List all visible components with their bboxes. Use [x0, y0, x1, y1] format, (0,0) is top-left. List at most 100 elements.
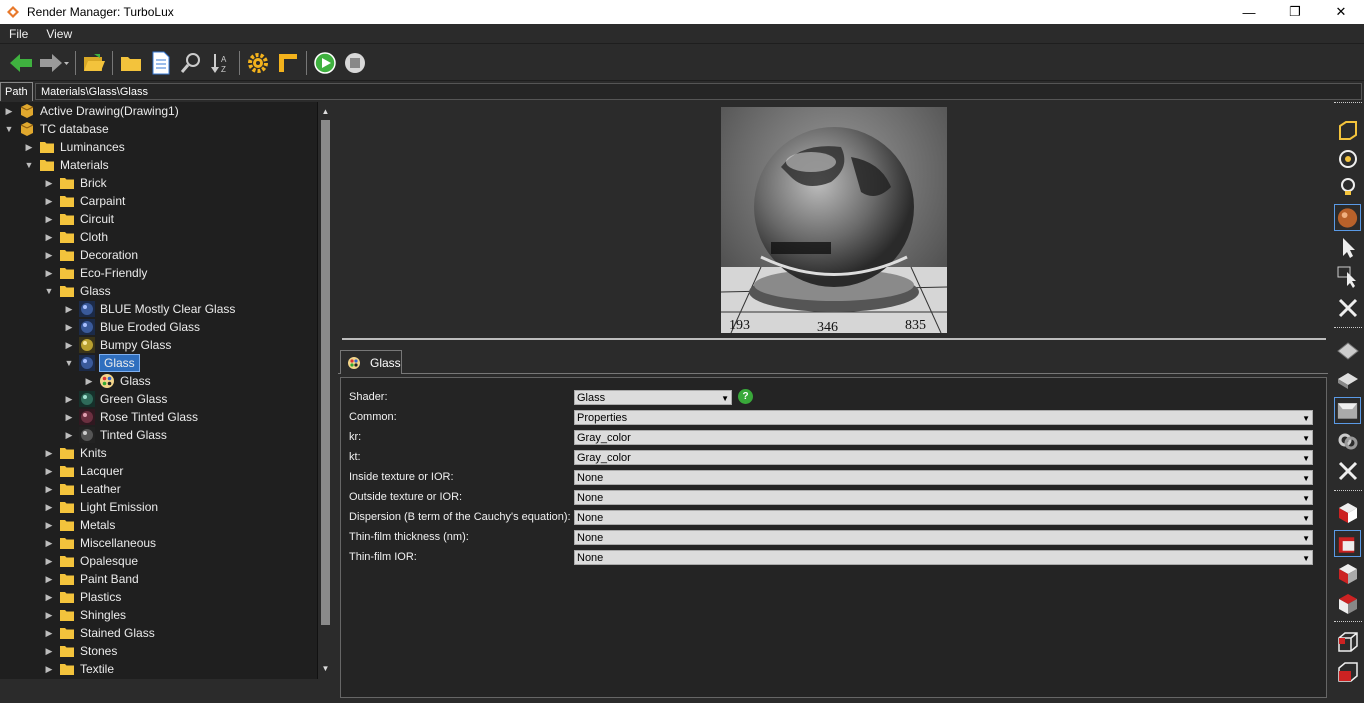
tree-item[interactable]: ▶ Paint Band — [0, 570, 316, 588]
delete-button[interactable] — [1334, 457, 1361, 484]
expand-right-icon[interactable]: ▶ — [64, 390, 74, 408]
expand-right-icon[interactable]: ▶ — [44, 552, 54, 570]
expand-right-icon[interactable]: ▶ — [44, 174, 54, 192]
cube-wire-button[interactable] — [1334, 628, 1361, 655]
tree-item[interactable]: ▶ Opalesque — [0, 552, 316, 570]
cube-shadow-button[interactable] — [1334, 590, 1361, 617]
expand-right-icon[interactable]: ▶ — [44, 210, 54, 228]
maximize-button[interactable]: ❐ — [1272, 0, 1318, 24]
property-dropdown[interactable]: None ▼ — [574, 530, 1313, 545]
tree-item[interactable]: ▶ Blue Eroded Glass — [0, 318, 316, 336]
preview-divider[interactable] — [342, 338, 1326, 340]
tree-item[interactable]: ▶ Shingles — [0, 606, 316, 624]
tree-item[interactable]: ▶ Textile — [0, 660, 316, 678]
menu-view[interactable]: View — [37, 27, 81, 41]
expand-right-icon[interactable]: ▶ — [64, 300, 74, 318]
plane-grid-button[interactable] — [1334, 336, 1361, 363]
tree-item[interactable]: ▶ Stained Glass — [0, 624, 316, 642]
tree-item[interactable]: ▶ Glass — [0, 372, 316, 390]
light-bulb-button[interactable] — [1334, 173, 1361, 200]
cube-side-button[interactable] — [1334, 560, 1361, 587]
tree-item[interactable]: ▶ Tinted Glass — [0, 426, 316, 444]
expand-right-icon[interactable]: ▶ — [64, 318, 74, 336]
tree-item[interactable]: ▶ Rose Tinted Glass — [0, 408, 316, 426]
scroll-up-arrow-icon[interactable]: ▲ — [318, 104, 333, 120]
expand-right-icon[interactable]: ▶ — [44, 534, 54, 552]
property-dropdown[interactable]: Gray_color ▼ — [574, 450, 1313, 465]
tree-horizontal-scrollbar[interactable] — [0, 679, 333, 700]
cube-red-button[interactable] — [1334, 499, 1361, 526]
expand-right-icon[interactable]: ▶ — [44, 498, 54, 516]
tree-item[interactable]: ▶ Decoration — [0, 246, 316, 264]
expand-right-icon[interactable]: ▶ — [44, 624, 54, 642]
expand-down-icon[interactable]: ▼ — [24, 156, 34, 174]
tree-item[interactable]: ▶ Eco-Friendly — [0, 264, 316, 282]
property-dropdown[interactable]: Gray_color ▼ — [574, 430, 1313, 445]
expand-right-icon[interactable]: ▶ — [24, 138, 34, 156]
expand-right-icon[interactable]: ▶ — [44, 480, 54, 498]
property-dropdown[interactable]: None ▼ — [574, 510, 1313, 525]
tree-item[interactable]: ▶ Light Emission — [0, 498, 316, 516]
tree-item[interactable]: ▶ Knits — [0, 444, 316, 462]
expand-right-icon[interactable]: ▶ — [44, 228, 54, 246]
property-dropdown[interactable]: None ▼ — [574, 550, 1313, 565]
property-dropdown[interactable]: Glass ▼ — [574, 390, 732, 405]
cube-solid-button[interactable] — [1334, 658, 1361, 685]
open-button[interactable] — [79, 48, 109, 78]
help-icon[interactable]: ? — [738, 389, 753, 404]
tree-item[interactable]: ▶ Stones — [0, 642, 316, 660]
expand-right-icon[interactable]: ▶ — [44, 264, 54, 282]
tree-item[interactable]: ▶ Brick — [0, 174, 316, 192]
expand-right-icon[interactable]: ▶ — [44, 570, 54, 588]
tree-item[interactable]: ▶ Green Glass — [0, 390, 316, 408]
tree-item[interactable]: ▶ Metals — [0, 516, 316, 534]
pointer-button[interactable] — [1334, 234, 1361, 261]
tree-item[interactable]: ▶ Cloth — [0, 228, 316, 246]
tree-item[interactable]: ▶ Luminances — [0, 138, 316, 156]
tree-vertical-scrollbar[interactable]: ▲ ▼ — [318, 102, 333, 679]
tab-glass[interactable]: Glass — [340, 350, 402, 374]
search-button[interactable] — [176, 48, 206, 78]
expand-right-icon[interactable]: ▶ — [44, 588, 54, 606]
expand-right-icon[interactable]: ▶ — [44, 606, 54, 624]
expand-right-icon[interactable]: ▶ — [44, 462, 54, 480]
plane-top-button[interactable] — [1334, 397, 1361, 424]
scroll-down-arrow-icon[interactable]: ▼ — [318, 661, 333, 677]
tree-item[interactable]: ▶ Active Drawing(Drawing1) — [0, 102, 316, 120]
close-button[interactable]: ✕ — [1318, 0, 1364, 24]
play-button[interactable] — [310, 48, 340, 78]
frame-button[interactable] — [273, 48, 303, 78]
expand-down-icon[interactable]: ▼ — [4, 120, 14, 138]
sort-button[interactable]: AZ — [206, 48, 236, 78]
minimize-button[interactable]: — — [1226, 0, 1272, 24]
tree-item[interactable]: ▶ Miscellaneous — [0, 534, 316, 552]
property-dropdown[interactable]: None ▼ — [574, 470, 1313, 485]
document-button[interactable] — [146, 48, 176, 78]
folder-button[interactable] — [116, 48, 146, 78]
box-view-button[interactable] — [1334, 117, 1361, 144]
pick-material-button[interactable] — [1334, 263, 1361, 290]
menu-file[interactable]: File — [0, 27, 37, 41]
expand-right-icon[interactable]: ▶ — [44, 444, 54, 462]
tree-item[interactable]: ▶ Lacquer — [0, 462, 316, 480]
scrollbar-thumb[interactable] — [321, 120, 330, 625]
tree-item[interactable]: ▼ Glass — [0, 282, 316, 300]
tree-item[interactable]: ▶ Circuit — [0, 210, 316, 228]
expand-right-icon[interactable]: ▶ — [44, 192, 54, 210]
expand-right-icon[interactable]: ▶ — [44, 246, 54, 264]
cube-front-button[interactable] — [1334, 530, 1361, 557]
tree-item[interactable]: ▼ TC database — [0, 120, 316, 138]
expand-right-icon[interactable]: ▶ — [44, 660, 54, 678]
forward-button[interactable] — [36, 48, 72, 78]
expand-down-icon[interactable]: ▼ — [44, 282, 54, 300]
path-field[interactable]: Materials\Glass\Glass — [35, 83, 1362, 100]
plane-solid-button[interactable] — [1334, 366, 1361, 393]
expand-right-icon[interactable]: ▶ — [64, 408, 74, 426]
tree-item[interactable]: ▶ Leather — [0, 480, 316, 498]
expand-right-icon[interactable]: ▶ — [64, 336, 74, 354]
tree-item[interactable]: ▼ Materials — [0, 156, 316, 174]
tree-item[interactable]: ▶ Plastics — [0, 588, 316, 606]
property-dropdown[interactable]: Properties ▼ — [574, 410, 1313, 425]
expand-right-icon[interactable]: ▶ — [44, 516, 54, 534]
tree-item[interactable]: ▶ BLUE Mostly Clear Glass — [0, 300, 316, 318]
